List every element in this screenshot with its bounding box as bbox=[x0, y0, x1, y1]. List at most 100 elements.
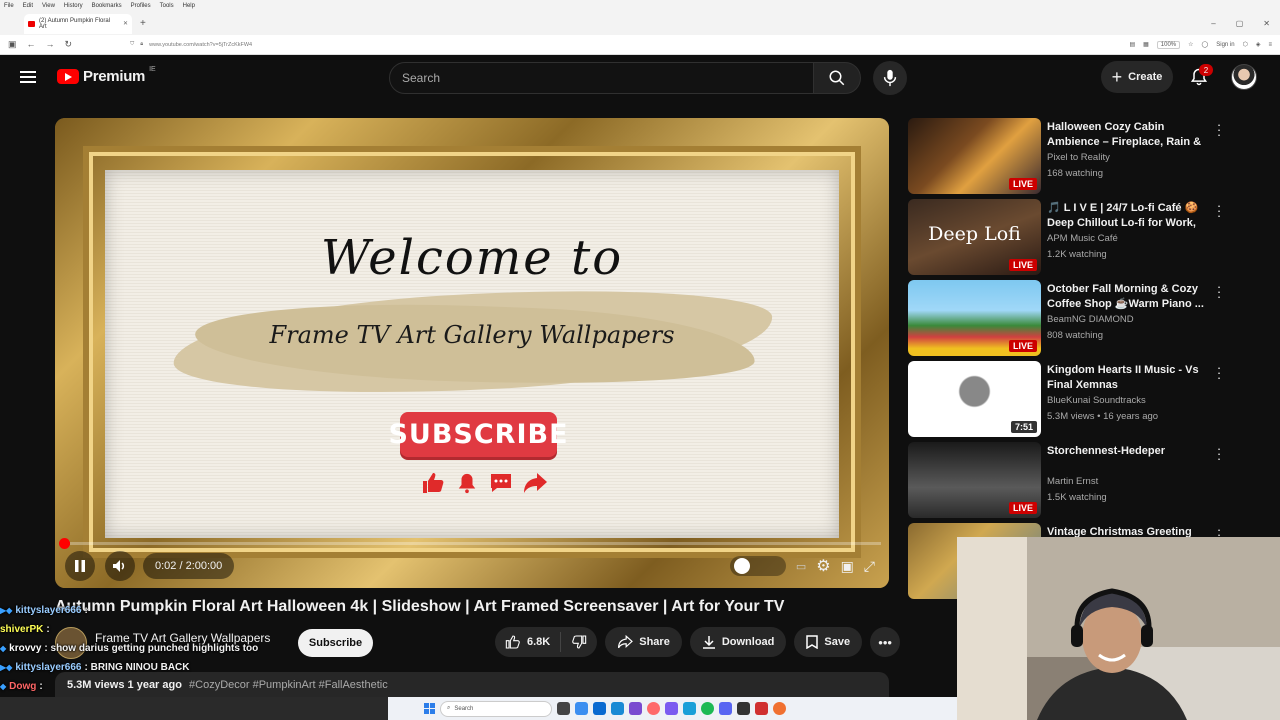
reader-icon[interactable]: ▤ bbox=[1129, 41, 1135, 48]
bell-icon bbox=[454, 470, 480, 496]
teams-icon[interactable] bbox=[629, 702, 642, 715]
reload-icon[interactable]: ↻ bbox=[65, 39, 73, 50]
tab-close-icon[interactable]: ✕ bbox=[123, 20, 128, 27]
menu-view[interactable]: View bbox=[42, 3, 55, 9]
recommendation-channel[interactable]: APM Music Café bbox=[1047, 233, 1118, 244]
recommendation-card[interactable]: LIVE October Fall Morning & Cozy Coffee … bbox=[908, 280, 1238, 356]
menu-file[interactable]: File bbox=[4, 3, 14, 9]
fullscreen-icon[interactable]: ⤢ bbox=[864, 558, 875, 575]
taskbar-search[interactable]: ⌕ Search bbox=[440, 700, 552, 717]
pocket-icon[interactable]: ◈ bbox=[1256, 41, 1261, 48]
menu-edit[interactable]: Edit bbox=[23, 3, 33, 9]
spotify-icon[interactable] bbox=[701, 702, 714, 715]
video-player[interactable]: Welcome to Frame TV Art Gallery Wallpape… bbox=[55, 118, 889, 588]
autoplay-toggle[interactable] bbox=[729, 556, 786, 576]
forward-icon[interactable]: → bbox=[46, 39, 55, 50]
captions-icon[interactable]: ▭ bbox=[796, 560, 806, 573]
hamburger-menu-icon[interactable] bbox=[20, 71, 36, 83]
recommendation-title[interactable]: Halloween Cozy Cabin Ambience – Fireplac… bbox=[1047, 120, 1207, 150]
signin-link[interactable]: Sign in bbox=[1216, 42, 1234, 48]
recommendation-channel[interactable]: Pixel to Reality bbox=[1047, 152, 1110, 163]
recommendation-card[interactable]: 7:51 Kingdom Hearts II Music - Vs Final … bbox=[908, 361, 1238, 437]
recommendation-channel[interactable]: BlueKunai Soundtracks bbox=[1047, 395, 1146, 406]
video-thumbnail[interactable]: Deep Lofi LIVE bbox=[908, 199, 1041, 275]
download-button[interactable]: Download bbox=[689, 627, 787, 657]
volume-button[interactable] bbox=[105, 551, 135, 581]
reaction-icons bbox=[420, 470, 548, 496]
time-display: 0:02 / 2:00:00 bbox=[143, 553, 235, 579]
more-vertical-icon[interactable]: ··· bbox=[1214, 118, 1224, 141]
search-button[interactable] bbox=[813, 62, 861, 94]
more-vertical-icon[interactable]: ··· bbox=[1214, 361, 1224, 384]
video-thumbnail[interactable]: LIVE bbox=[908, 280, 1041, 356]
recommendation-title[interactable]: Kingdom Hearts II Music - Vs Final Xemna… bbox=[1047, 363, 1207, 393]
store-icon[interactable] bbox=[611, 702, 624, 715]
pause-button[interactable] bbox=[65, 551, 95, 581]
more-vertical-icon[interactable]: ··· bbox=[1214, 442, 1224, 465]
settings-gear-icon[interactable]: ⚙ bbox=[816, 556, 830, 576]
search-box[interactable] bbox=[389, 62, 814, 94]
recommendation-channel[interactable]: BeamNG DIAMOND bbox=[1047, 314, 1134, 325]
video-thumbnail[interactable]: LIVE bbox=[908, 442, 1041, 518]
menu-bookmarks[interactable]: Bookmarks bbox=[92, 3, 122, 9]
browser-icon[interactable] bbox=[593, 702, 606, 715]
app-red-icon[interactable] bbox=[755, 702, 768, 715]
menu-help[interactable]: Help bbox=[183, 3, 195, 9]
frame-title-text: Frame TV Art Gallery Wallpapers bbox=[269, 321, 675, 349]
menu-icon[interactable]: ≡ bbox=[1268, 42, 1272, 48]
video-thumbnail[interactable]: 7:51 bbox=[908, 361, 1041, 437]
recommendation-channel[interactable]: Martin Ernst bbox=[1047, 476, 1098, 487]
url-text[interactable]: www.youtube.com/watch?v=5jTrZcKkFW4 bbox=[149, 42, 252, 48]
extension-icon[interactable]: ⬡ bbox=[1243, 41, 1248, 48]
discord-icon[interactable] bbox=[719, 702, 732, 715]
menu-history[interactable]: History bbox=[64, 3, 83, 9]
close-window-icon[interactable]: ✕ bbox=[1263, 19, 1270, 28]
browser-tab[interactable]: (2) Autumn Pumpkin Floral Art ✕ bbox=[24, 13, 132, 34]
account-icon[interactable]: ◯ bbox=[1202, 41, 1209, 48]
chat-username: Dowg bbox=[9, 681, 37, 692]
recommendation-card[interactable]: Deep Lofi LIVE 🎵 L I V E | 24/7 Lo-fi Ca… bbox=[908, 199, 1238, 275]
like-button[interactable]: 6.8K bbox=[495, 632, 562, 652]
user-avatar[interactable] bbox=[1231, 64, 1257, 90]
voice-search-button[interactable] bbox=[873, 61, 907, 95]
save-button[interactable]: Save bbox=[794, 627, 863, 657]
more-vertical-icon[interactable]: ··· bbox=[1214, 199, 1224, 222]
zoom-level[interactable]: 100% bbox=[1156, 40, 1181, 49]
scrubber-handle[interactable] bbox=[59, 538, 70, 549]
youtube-logo[interactable]: Premium IE bbox=[57, 66, 156, 85]
chat-badge-icon: ▶◆ bbox=[0, 606, 13, 615]
search-input[interactable] bbox=[402, 71, 813, 85]
recommendation-card[interactable]: LIVE Halloween Cozy Cabin Ambience – Fir… bbox=[908, 118, 1238, 194]
share-button[interactable]: Share bbox=[605, 627, 682, 657]
recommendation-card[interactable]: LIVE Storchennest-Hedeper Martin Ernst 1… bbox=[908, 442, 1238, 518]
maximize-icon[interactable]: ▢ bbox=[1236, 19, 1244, 28]
more-vertical-icon[interactable]: ··· bbox=[1214, 280, 1224, 303]
windows-start-icon[interactable] bbox=[424, 703, 435, 714]
screenshot-icon[interactable]: ▦ bbox=[1143, 41, 1149, 48]
obs-icon[interactable] bbox=[737, 702, 750, 715]
video-thumbnail[interactable]: LIVE bbox=[908, 118, 1041, 194]
thumbnail-text: Deep Lofi bbox=[928, 223, 1021, 245]
more-actions-button[interactable]: ••• bbox=[870, 627, 901, 657]
menu-tools[interactable]: Tools bbox=[160, 3, 174, 9]
task-view-icon[interactable] bbox=[557, 702, 570, 715]
recommendation-title[interactable]: Storchennest-Hedeper bbox=[1047, 444, 1207, 459]
menu-profiles[interactable]: Profiles bbox=[131, 3, 151, 9]
new-tab-icon[interactable]: + bbox=[140, 18, 146, 29]
sidebar-toggle-icon[interactable]: ▣ bbox=[8, 39, 17, 50]
address-bar[interactable]: ⛉ 🔒︎ www.youtube.com/watch?v=5jTrZcKkFW4 bbox=[130, 41, 252, 48]
dislike-button[interactable] bbox=[561, 634, 597, 650]
minimize-icon[interactable]: – bbox=[1211, 19, 1215, 28]
app-icon[interactable] bbox=[665, 702, 678, 715]
recommendation-title[interactable]: October Fall Morning & Cozy Coffee Shop … bbox=[1047, 282, 1207, 312]
opera-icon[interactable] bbox=[647, 702, 660, 715]
progress-bar[interactable] bbox=[63, 542, 881, 545]
miniplayer-icon[interactable]: ▣ bbox=[841, 558, 854, 575]
firefox-icon[interactable] bbox=[773, 702, 786, 715]
create-button[interactable]: + Create bbox=[1101, 61, 1173, 93]
recommendation-title[interactable]: 🎵 L I V E | 24/7 Lo-fi Café 🍪 Deep Chill… bbox=[1047, 201, 1207, 231]
bookmark-star-icon[interactable]: ☆ bbox=[1188, 41, 1193, 48]
steam-icon[interactable] bbox=[683, 702, 696, 715]
edge-icon[interactable] bbox=[575, 702, 588, 715]
back-icon[interactable]: ← bbox=[27, 39, 36, 50]
